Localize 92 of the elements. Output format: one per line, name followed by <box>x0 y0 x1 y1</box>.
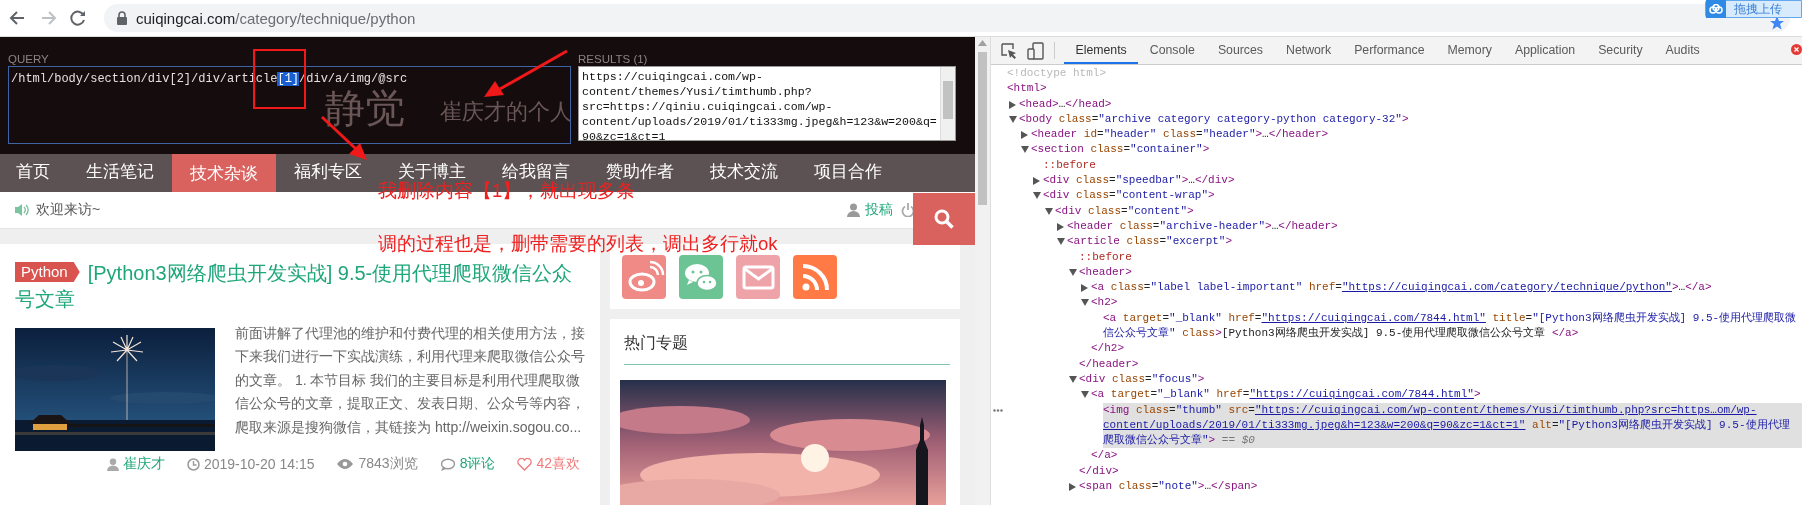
caret-down-icon[interactable] <box>1081 299 1089 307</box>
star-icon[interactable] <box>1770 16 1784 30</box>
caret-down-icon[interactable] <box>1081 391 1089 399</box>
lock-icon <box>116 11 128 25</box>
code-line[interactable]: ::before <box>1043 157 1802 174</box>
nav-item[interactable]: 首页 <box>0 162 68 180</box>
caret-down-icon[interactable] <box>1069 375 1077 383</box>
clock-icon <box>186 457 200 471</box>
power-icon[interactable] <box>901 203 915 218</box>
welcome-text: 欢迎来访~ <box>36 201 101 220</box>
caret-right-icon[interactable] <box>1069 483 1076 491</box>
nav-item[interactable]: 项目合作 <box>796 162 900 180</box>
view-count: 7843浏览 <box>358 455 418 473</box>
code-line[interactable]: <head>…</head> <box>1019 96 1802 112</box>
devtools-tab[interactable]: Console <box>1138 37 1207 64</box>
caret-down-icon[interactable] <box>1045 207 1053 215</box>
nav-item[interactable]: 给我留言 <box>484 162 588 180</box>
devtools-tab[interactable]: Sources <box>1206 37 1275 64</box>
code-line[interactable]: <span class="note">…</span> <box>1079 479 1802 495</box>
caret-down-icon[interactable] <box>1033 192 1041 200</box>
code-line[interactable]: <div class="content-wrap"> <box>1043 188 1802 204</box>
caret-right-icon[interactable] <box>1057 222 1064 231</box>
nav-item[interactable]: 福利专区 <box>276 162 380 180</box>
code-line[interactable]: <header class="archive-header">…</header> <box>1067 218 1802 235</box>
code-line[interactable]: <h2> <box>1091 295 1802 311</box>
code-line[interactable]: <article class="excerpt"> <box>1067 234 1802 250</box>
devtools-tab[interactable]: Security <box>1586 37 1655 64</box>
code-line[interactable]: <a target="_blank" href="https://cuiqingcai.com/7844.html"> <box>1091 387 1802 403</box>
code-line: </header> <box>1079 356 1140 372</box>
more-icon[interactable] <box>993 408 1003 412</box>
upload-badge[interactable]: 拖拽上传 <box>1705 0 1802 18</box>
devtools-tab[interactable]: Audits <box>1654 37 1712 64</box>
user-icon <box>106 457 119 471</box>
caret-down-icon[interactable] <box>1057 238 1065 246</box>
devtools-tab[interactable]: Network <box>1274 37 1343 64</box>
search-icon <box>934 209 954 229</box>
article-title[interactable]: Python [Python3网络爬虫开发实战] 9.5-使用代理爬取微信公众号文章 <box>15 260 585 312</box>
caret-down-icon[interactable] <box>1069 268 1077 276</box>
caret-right-icon[interactable] <box>1033 177 1040 186</box>
code-line[interactable]: <div class="content"> <box>1055 203 1802 219</box>
nav-item[interactable]: 关于博主 <box>380 162 484 180</box>
comment-icon <box>439 457 456 471</box>
caret-right-icon[interactable] <box>1081 284 1088 293</box>
post-date: 2019-10-20 14:15 <box>203 456 315 472</box>
code-line[interactable]: <header id="header" class="header">…</header> <box>1031 127 1802 143</box>
speaker-icon <box>14 203 30 218</box>
annotation-text: 调的过程也是，删带需要的列表，调出多行就ok <box>378 235 778 252</box>
error-icon[interactable] <box>1791 44 1802 55</box>
code-line[interactable]: <a target="_blank" href="https://cuiqingcai.com/7844.html" title="[Python3网络爬虫开发实战] 9.5-使用代理爬取微信公众号文章" class>[Python3网络爬虫开发实战] 9.5-使用代理爬取微信公众号文章 </a> <box>1103 310 1802 342</box>
reload-icon[interactable] <box>68 8 88 28</box>
nav-item[interactable]: 赞助作者 <box>588 162 692 180</box>
search-button[interactable] <box>913 193 975 245</box>
code-line: </h2> <box>1091 341 1125 357</box>
code-line[interactable]: <section class="container"> <box>1031 142 1802 158</box>
article-excerpt: 前面讲解了代理池的维护和付费代理的相关使用方法，接下来我们进行一下实战演练，利用代理来爬取微信公众号的文章。 1. 本节目标 我们的主要目标是利用代理爬取微信公众号的文章，提取正文、发表日期、公众号等内容，爬取来源是搜狗微信，其链接为 http://weixin.sogou.co... <box>235 324 585 437</box>
nav-item[interactable]: 技术杂谈 <box>172 154 276 193</box>
nav-item[interactable]: 生活笔记 <box>68 162 172 180</box>
code-line[interactable]: <div class="speedbar">…</div> <box>1043 173 1802 189</box>
caret-down-icon[interactable] <box>1009 115 1017 123</box>
eye-icon <box>336 458 355 470</box>
devtools-tab[interactable]: Elements <box>1064 37 1139 64</box>
user-icon <box>847 203 860 218</box>
heart-icon[interactable] <box>517 457 533 471</box>
rss-icon[interactable] <box>793 254 837 299</box>
code-line[interactable]: <html> <box>1007 81 1802 97</box>
site-logo: 静觉 <box>325 87 405 129</box>
inspect-icon[interactable] <box>1000 41 1018 60</box>
code-line[interactable]: <header> <box>1079 264 1802 281</box>
code-line: </div> <box>1079 463 1120 479</box>
scrollbar-thumb[interactable] <box>978 52 987 205</box>
code-line[interactable]: ::before <box>1079 249 1802 265</box>
upload-label[interactable]: 拖拽上传 <box>1734 0 1782 18</box>
devtools-tab[interactable]: Application <box>1503 37 1587 64</box>
url-field[interactable]: cuiqingcai.com/category/technique/python <box>136 9 416 27</box>
nav-item[interactable]: 技术交流 <box>692 162 796 180</box>
devtools-tab[interactable]: Memory <box>1436 37 1504 64</box>
code-line: </a> <box>1091 448 1119 464</box>
site-tagline: 崔庆才的个人 <box>440 100 572 124</box>
code-line[interactable]: <body class="archive category category-python category-32"> <box>1019 111 1802 128</box>
device-icon[interactable] <box>1027 41 1045 60</box>
caret-down-icon[interactable] <box>1021 146 1029 154</box>
devtools-tab[interactable]: Performance <box>1342 37 1437 64</box>
code-line[interactable]: <a class="label label-important" href="https://cuiqingcai.com/category/technique/python">…</a> <box>1091 280 1802 296</box>
category-tag[interactable]: Python <box>15 262 80 282</box>
code-line[interactable]: <div class="focus"> <box>1079 371 1802 388</box>
results-field[interactable]: https://cuiqingcai.com/wp-content/themes/Yusi/timthumb.php?src=https://qiniu.cuiqingcai.com/wp-content/uploads/2019/01/ti333mg.jpeg&h=123&w=200&q=90&zc=1&ct=1 <box>578 66 956 141</box>
query-label: QUERY <box>8 52 50 66</box>
results-label: RESULTS (1) <box>578 52 649 66</box>
section-title: 热门专题 <box>624 319 950 365</box>
caret-right-icon[interactable] <box>1021 131 1028 140</box>
cloud-icon <box>1709 4 1723 14</box>
caret-right-icon[interactable] <box>1009 100 1016 109</box>
